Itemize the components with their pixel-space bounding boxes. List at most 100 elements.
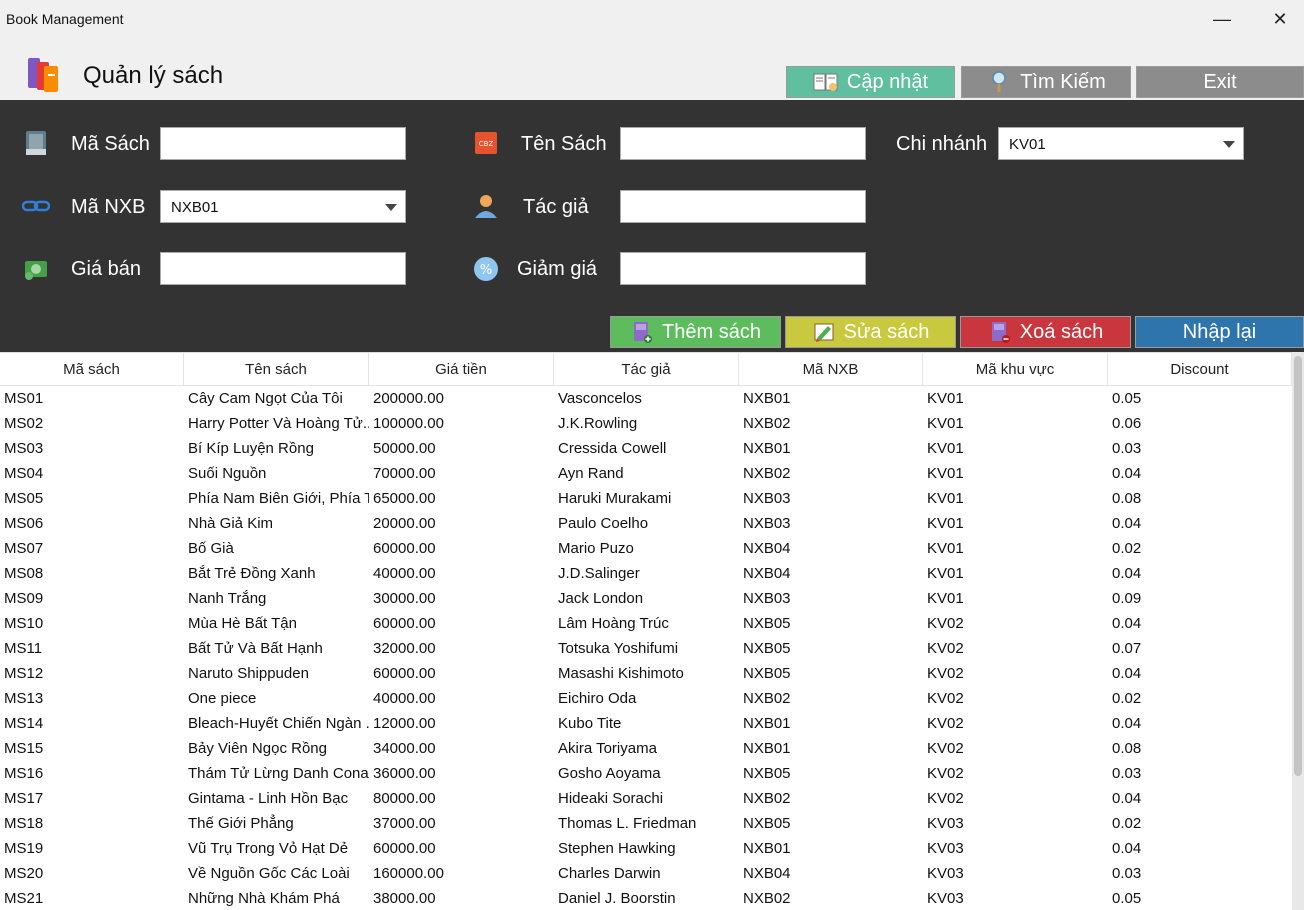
table-cell: NXB01 (743, 740, 791, 757)
table-row[interactable]: MS17 Gintama - Linh Hồn Bạc 80000.00 Hideak… (0, 786, 1292, 811)
table-cell: NXB05 (743, 615, 791, 632)
column-header[interactable]: Mã khu vực (923, 353, 1108, 385)
edit-book-icon (814, 323, 834, 342)
table-cell: Bảy Viên Ngọc Rồng (188, 740, 327, 757)
column-header[interactable]: Mã sách (0, 353, 184, 385)
cbz-file-icon: CBZ (475, 132, 497, 154)
table-row[interactable]: MS16 Thám Tử Lừng Danh Cona... 36000.00 Gos… (0, 761, 1292, 786)
table-cell: MS04 (4, 465, 44, 482)
table-cell: 0.03 (1112, 440, 1142, 457)
table-cell: KV02 (927, 690, 964, 707)
table-cell: 80000.00 (373, 790, 436, 807)
table-cell: MS20 (4, 865, 44, 882)
table-row[interactable]: MS06 Nhà Giả Kim 20000.00 Paulo Coelho NXB03… (0, 511, 1292, 536)
table-row[interactable]: MS02 Harry Potter Và Hoàng Tử... 100000.00… (0, 411, 1292, 436)
giam-gia-label: Giảm giá (517, 258, 598, 280)
table-cell: MS15 (4, 740, 44, 757)
ma-sach-label: Mã Sách (71, 133, 150, 155)
table-row[interactable]: MS01 Cây Cam Ngọt Của Tôi 200000.00 Vasconc… (0, 386, 1292, 411)
table-cell: Cây Cam Ngọt Của Tôi (188, 390, 343, 407)
table-cell: 34000.00 (373, 740, 436, 757)
table-row[interactable]: MS15 Bảy Viên Ngọc Rồng 34000.00 Akira Tori… (0, 736, 1292, 761)
table-cell: KV01 (927, 465, 964, 482)
table-cell: 0.04 (1112, 665, 1142, 682)
table-row[interactable]: MS11 Bất Tử Và Bất Hạnh 32000.00 Totsuka Yo… (0, 636, 1292, 661)
table-cell: Bleach-Huyết Chiến Ngàn ... (188, 715, 369, 732)
update-button[interactable]: Cập nhật (786, 66, 955, 98)
edit-book-button[interactable]: Sửa sách (785, 316, 956, 348)
table-cell: KV03 (927, 840, 964, 857)
exit-button[interactable]: Exit (1136, 66, 1304, 98)
table-cell: MS21 (4, 890, 44, 907)
table-cell: J.K.Rowling (558, 415, 638, 432)
table-row[interactable]: MS10 Mùa Hè Bất Tận 60000.00 Lâm Hoàng Trúc… (0, 611, 1292, 636)
gia-ban-input[interactable] (160, 252, 406, 285)
table-cell: MS06 (4, 515, 44, 532)
reset-button[interactable]: Nhập lại (1135, 316, 1304, 348)
chi-nhanh-select[interactable]: KV01 (998, 127, 1244, 160)
table-row[interactable]: MS14 Bleach-Huyết Chiến Ngàn ... 12000.00 K… (0, 711, 1292, 736)
table-row[interactable]: MS03 Bí Kíp Luyện Rồng 50000.00 Cressida Co… (0, 436, 1292, 461)
ma-nxb-select[interactable]: NXB01 (160, 190, 406, 223)
table-row[interactable]: MS08 Bắt Trẻ Đồng Xanh 40000.00 J.D.Salinge… (0, 561, 1292, 586)
column-header[interactable]: Tác giả (554, 353, 739, 385)
table-cell: Lâm Hoàng Trúc (558, 615, 669, 632)
delete-book-button[interactable]: Xoá sách (960, 316, 1131, 348)
table-row[interactable]: MS09 Nanh Trắng 30000.00 Jack London NXB03 KV… (0, 586, 1292, 611)
column-header[interactable]: Discount (1108, 353, 1292, 385)
table-row[interactable]: MS07 Bố Già 60000.00 Mario Puzo NXB04 KV01 0.0… (0, 536, 1292, 561)
table-header: Mã sách Tên sách Giá tiền Tác giả Mã NXB… (0, 353, 1292, 386)
search-button[interactable]: Tìm Kiếm (961, 66, 1131, 98)
close-button[interactable]: ✕ (1268, 8, 1292, 30)
table-cell: 65000.00 (373, 490, 436, 507)
table-cell: Kubo Tite (558, 715, 622, 732)
table-cell: J.D.Salinger (558, 565, 640, 582)
scrollbar-thumb[interactable] (1294, 356, 1302, 776)
table-cell: 60000.00 (373, 840, 436, 857)
table-scrollbar[interactable] (1292, 352, 1304, 910)
table-cell: KV02 (927, 790, 964, 807)
table-cell: KV02 (927, 665, 964, 682)
table-row[interactable]: MS18 Thế Giới Phẳng 37000.00 Thomas L. Frie… (0, 811, 1292, 836)
table-cell: NXB05 (743, 665, 791, 682)
chevron-down-icon (385, 204, 397, 211)
add-book-button[interactable]: Thêm sách (610, 316, 781, 348)
giam-gia-input[interactable] (620, 252, 866, 285)
table-cell: MS01 (4, 390, 44, 407)
table-cell: Thám Tử Lừng Danh Cona... (188, 765, 369, 782)
tac-gia-input[interactable] (620, 190, 866, 223)
svg-text:CBZ: CBZ (479, 140, 494, 148)
table-cell: KV03 (927, 890, 964, 907)
table-cell: Bố Già (188, 540, 234, 557)
table-cell: MS03 (4, 440, 44, 457)
table-cell: 0.02 (1112, 815, 1142, 832)
ma-nxb-label: Mã NXB (71, 196, 146, 218)
table-cell: 0.03 (1112, 865, 1142, 882)
table-row[interactable]: MS19 Vũ Trụ Trong Vỏ Hạt Dẻ 60000.00 Stephe… (0, 836, 1292, 861)
table-row[interactable]: MS21 Những Nhà Khám Phá 38000.00 Daniel J. … (0, 886, 1292, 910)
column-header[interactable]: Mã NXB (739, 353, 923, 385)
column-header[interactable]: Giá tiền (369, 353, 554, 385)
table-cell: Nhà Giả Kim (188, 515, 274, 532)
table-row[interactable]: MS20 Về Nguồn Gốc Các Loài 160000.00 Charle… (0, 861, 1292, 886)
table-cell: KV02 (927, 740, 964, 757)
table-cell: MS18 (4, 815, 44, 832)
ma-sach-input[interactable] (160, 127, 406, 160)
table-cell: NXB05 (743, 765, 791, 782)
table-cell: MS13 (4, 690, 44, 707)
column-header[interactable]: Tên sách (184, 353, 369, 385)
table-cell: MS09 (4, 590, 44, 607)
table-cell: 60000.00 (373, 665, 436, 682)
notebook-icon (26, 131, 46, 155)
table-row[interactable]: MS04 Suối Nguồn 70000.00 Ayn Rand NXB02 KV01 0… (0, 461, 1292, 486)
ten-sach-input[interactable] (620, 127, 866, 160)
table-cell: 100000.00 (373, 415, 444, 432)
table-cell: MS10 (4, 615, 44, 632)
table-cell: NXB04 (743, 540, 791, 557)
table-row[interactable]: MS13 One piece 40000.00 Eichiro Oda NXB02 KV0… (0, 686, 1292, 711)
minimize-button[interactable]: — (1210, 8, 1234, 30)
table-row[interactable]: MS05 Phía Nam Biên Giới, Phía T... 65000.0… (0, 486, 1292, 511)
table-cell: 0.04 (1112, 840, 1142, 857)
table-cell: 160000.00 (373, 865, 444, 882)
table-row[interactable]: MS12 Naruto Shippuden 60000.00 Masashi Kish… (0, 661, 1292, 686)
